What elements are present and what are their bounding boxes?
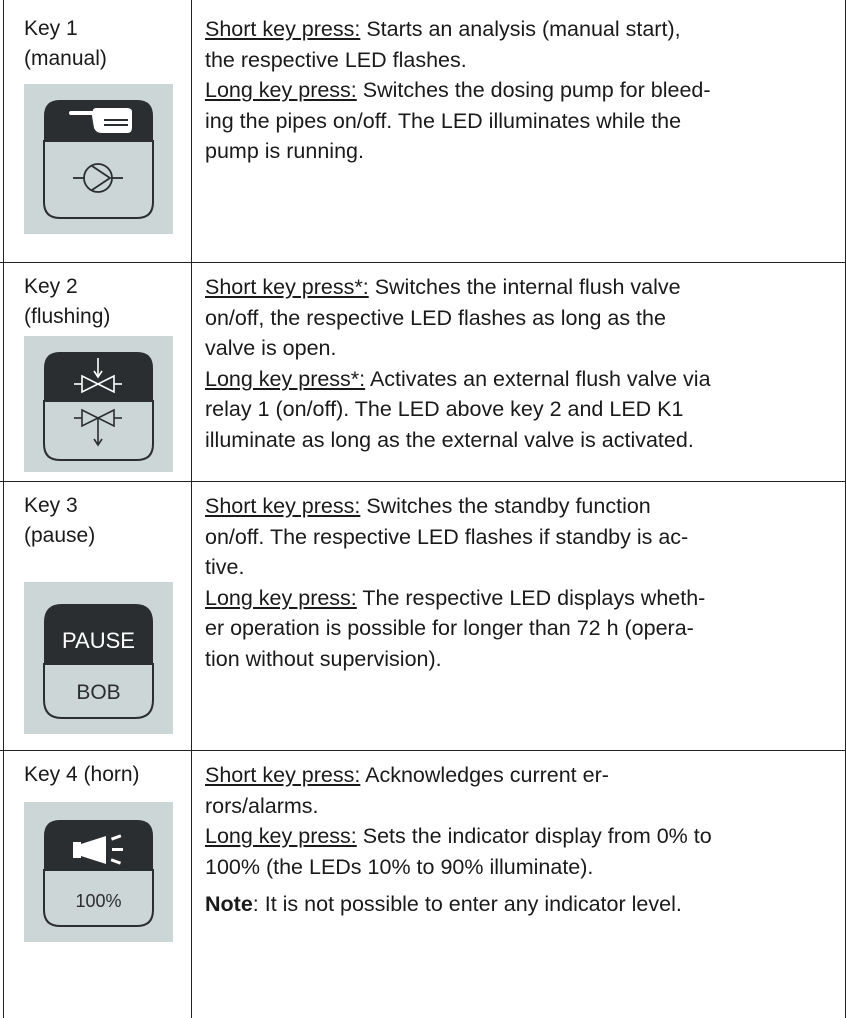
key-3-description: Short key press: Switches the standby fu…	[205, 494, 706, 671]
key-name: Key 3	[24, 494, 78, 517]
key-name: Key 4 (horn)	[24, 763, 140, 786]
flush-valve-out-icon	[74, 408, 122, 447]
key-2-description: Short key press*: Switches the internal …	[205, 275, 711, 452]
table-left-border	[3, 0, 4, 1018]
key-3-button-image: PAUSE BOB	[24, 582, 173, 734]
short-press-label: Short key press:	[205, 763, 361, 787]
long-press-label: Long key press:	[205, 585, 357, 610]
pump-icon	[73, 163, 123, 193]
key-4-description: Short key press: Acknowledges current er…	[205, 763, 712, 916]
long-press-label: Long key press*:	[205, 366, 366, 391]
key-2-button-image	[24, 336, 173, 472]
bob-label: BOB	[76, 681, 120, 704]
key-name: Key 2	[24, 275, 78, 298]
table-row-divider	[0, 481, 846, 482]
short-press-label: Short key press:	[205, 494, 361, 518]
key-name: Key 1	[24, 17, 78, 40]
key-function: (manual)	[24, 47, 107, 70]
table-column-divider	[191, 0, 192, 1018]
short-press-label: Short key press*:	[205, 275, 369, 299]
long-press-label: Long key press:	[205, 824, 357, 848]
table-row-divider	[0, 750, 846, 751]
key-cell: Key 1 (manual)	[24, 14, 184, 74]
key-cell: Key 4 (horn)	[24, 760, 184, 790]
pause-label: PAUSE	[62, 628, 135, 653]
key-1-description: Short key press: Starts an analysis (man…	[205, 17, 711, 163]
key-1-button-image	[24, 84, 173, 234]
key-function: (pause)	[24, 524, 96, 547]
note-label: Note	[205, 892, 253, 916]
short-press-label: Short key press:	[205, 17, 361, 41]
key-4-button-image: 100%	[24, 802, 173, 942]
hundred-percent-label: 100%	[75, 891, 121, 911]
key-cell: Key 2 (flushing)	[24, 272, 184, 332]
key-function: (flushing)	[24, 305, 111, 328]
long-press-label: Long key press:	[205, 78, 357, 102]
key-cell: Key 3 (pause)	[24, 491, 184, 551]
table-row-divider	[0, 262, 846, 263]
